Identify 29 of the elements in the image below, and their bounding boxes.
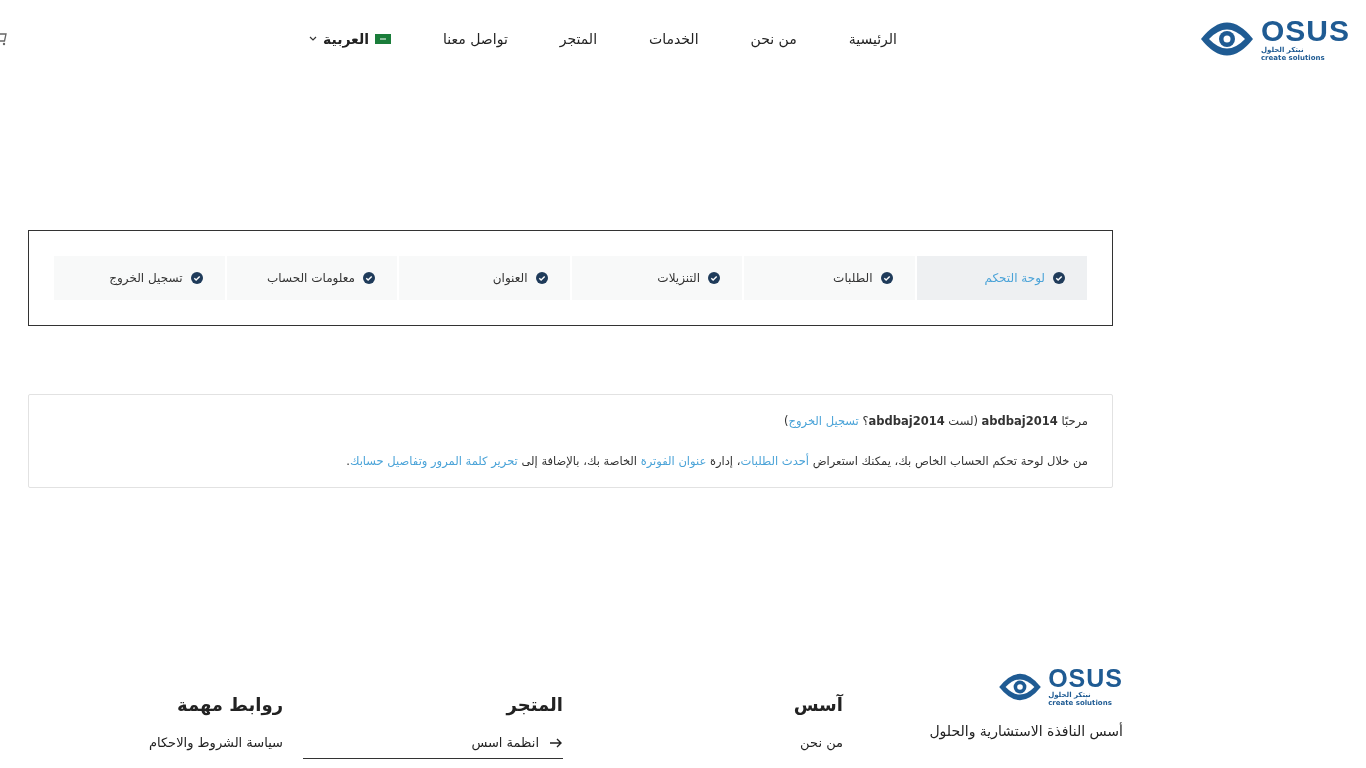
nav-link[interactable]: المتجر	[559, 31, 598, 47]
nav-link[interactable]: تواصل معنا	[443, 31, 508, 47]
footer-heading: آسس	[793, 694, 843, 715]
account-tab[interactable]: التنزيلات	[571, 256, 742, 300]
check-circle-icon	[708, 272, 720, 284]
account-tab[interactable]: معلومات الحساب	[226, 256, 397, 300]
welcome-text: من خلال لوحة تحكم الحساب الخاص بك، يمكنك استعراض أحدث الطلبات، إدارة عنوان الفوترة الخاصة بك، بالإضافة إلى تحرير كلمة المرور وتفاصيل حسابك.	[345, 453, 1088, 469]
flag-icon	[375, 34, 392, 44]
check-circle-icon	[1053, 272, 1065, 284]
nav-link[interactable]: الرئيسية	[848, 31, 897, 47]
check-circle-icon	[363, 272, 375, 284]
nav-link[interactable]: الخدمات	[649, 31, 699, 47]
account-tab[interactable]: العنوان	[399, 256, 570, 300]
caret-icon	[308, 36, 317, 42]
account-tab[interactable]: الطلبات	[744, 256, 915, 300]
footer-link[interactable]: من نحن	[800, 735, 843, 750]
account-tab[interactable]: تسجيل الخروج	[54, 256, 225, 300]
check-circle-icon	[535, 272, 548, 284]
logo-wordmark: OSUS	[1260, 16, 1350, 46]
check-circle-icon	[880, 272, 893, 284]
footer-about-heading: أسس النافذة الاستشارية والحلول	[929, 723, 1123, 739]
nav-link[interactable]: من نحن	[750, 31, 797, 47]
footer-link[interactable]: سياسة الشروط والاحكام	[148, 735, 283, 750]
language-selector[interactable]: العربية	[308, 31, 392, 47]
check-circle-icon	[190, 272, 203, 284]
logo-wordmark: OSUS	[1048, 666, 1123, 691]
footer-heading: المتجر	[506, 694, 563, 715]
footer-link[interactable]: انظمة اسس	[471, 735, 539, 750]
footer-heading: روابط مهمة	[176, 694, 283, 715]
